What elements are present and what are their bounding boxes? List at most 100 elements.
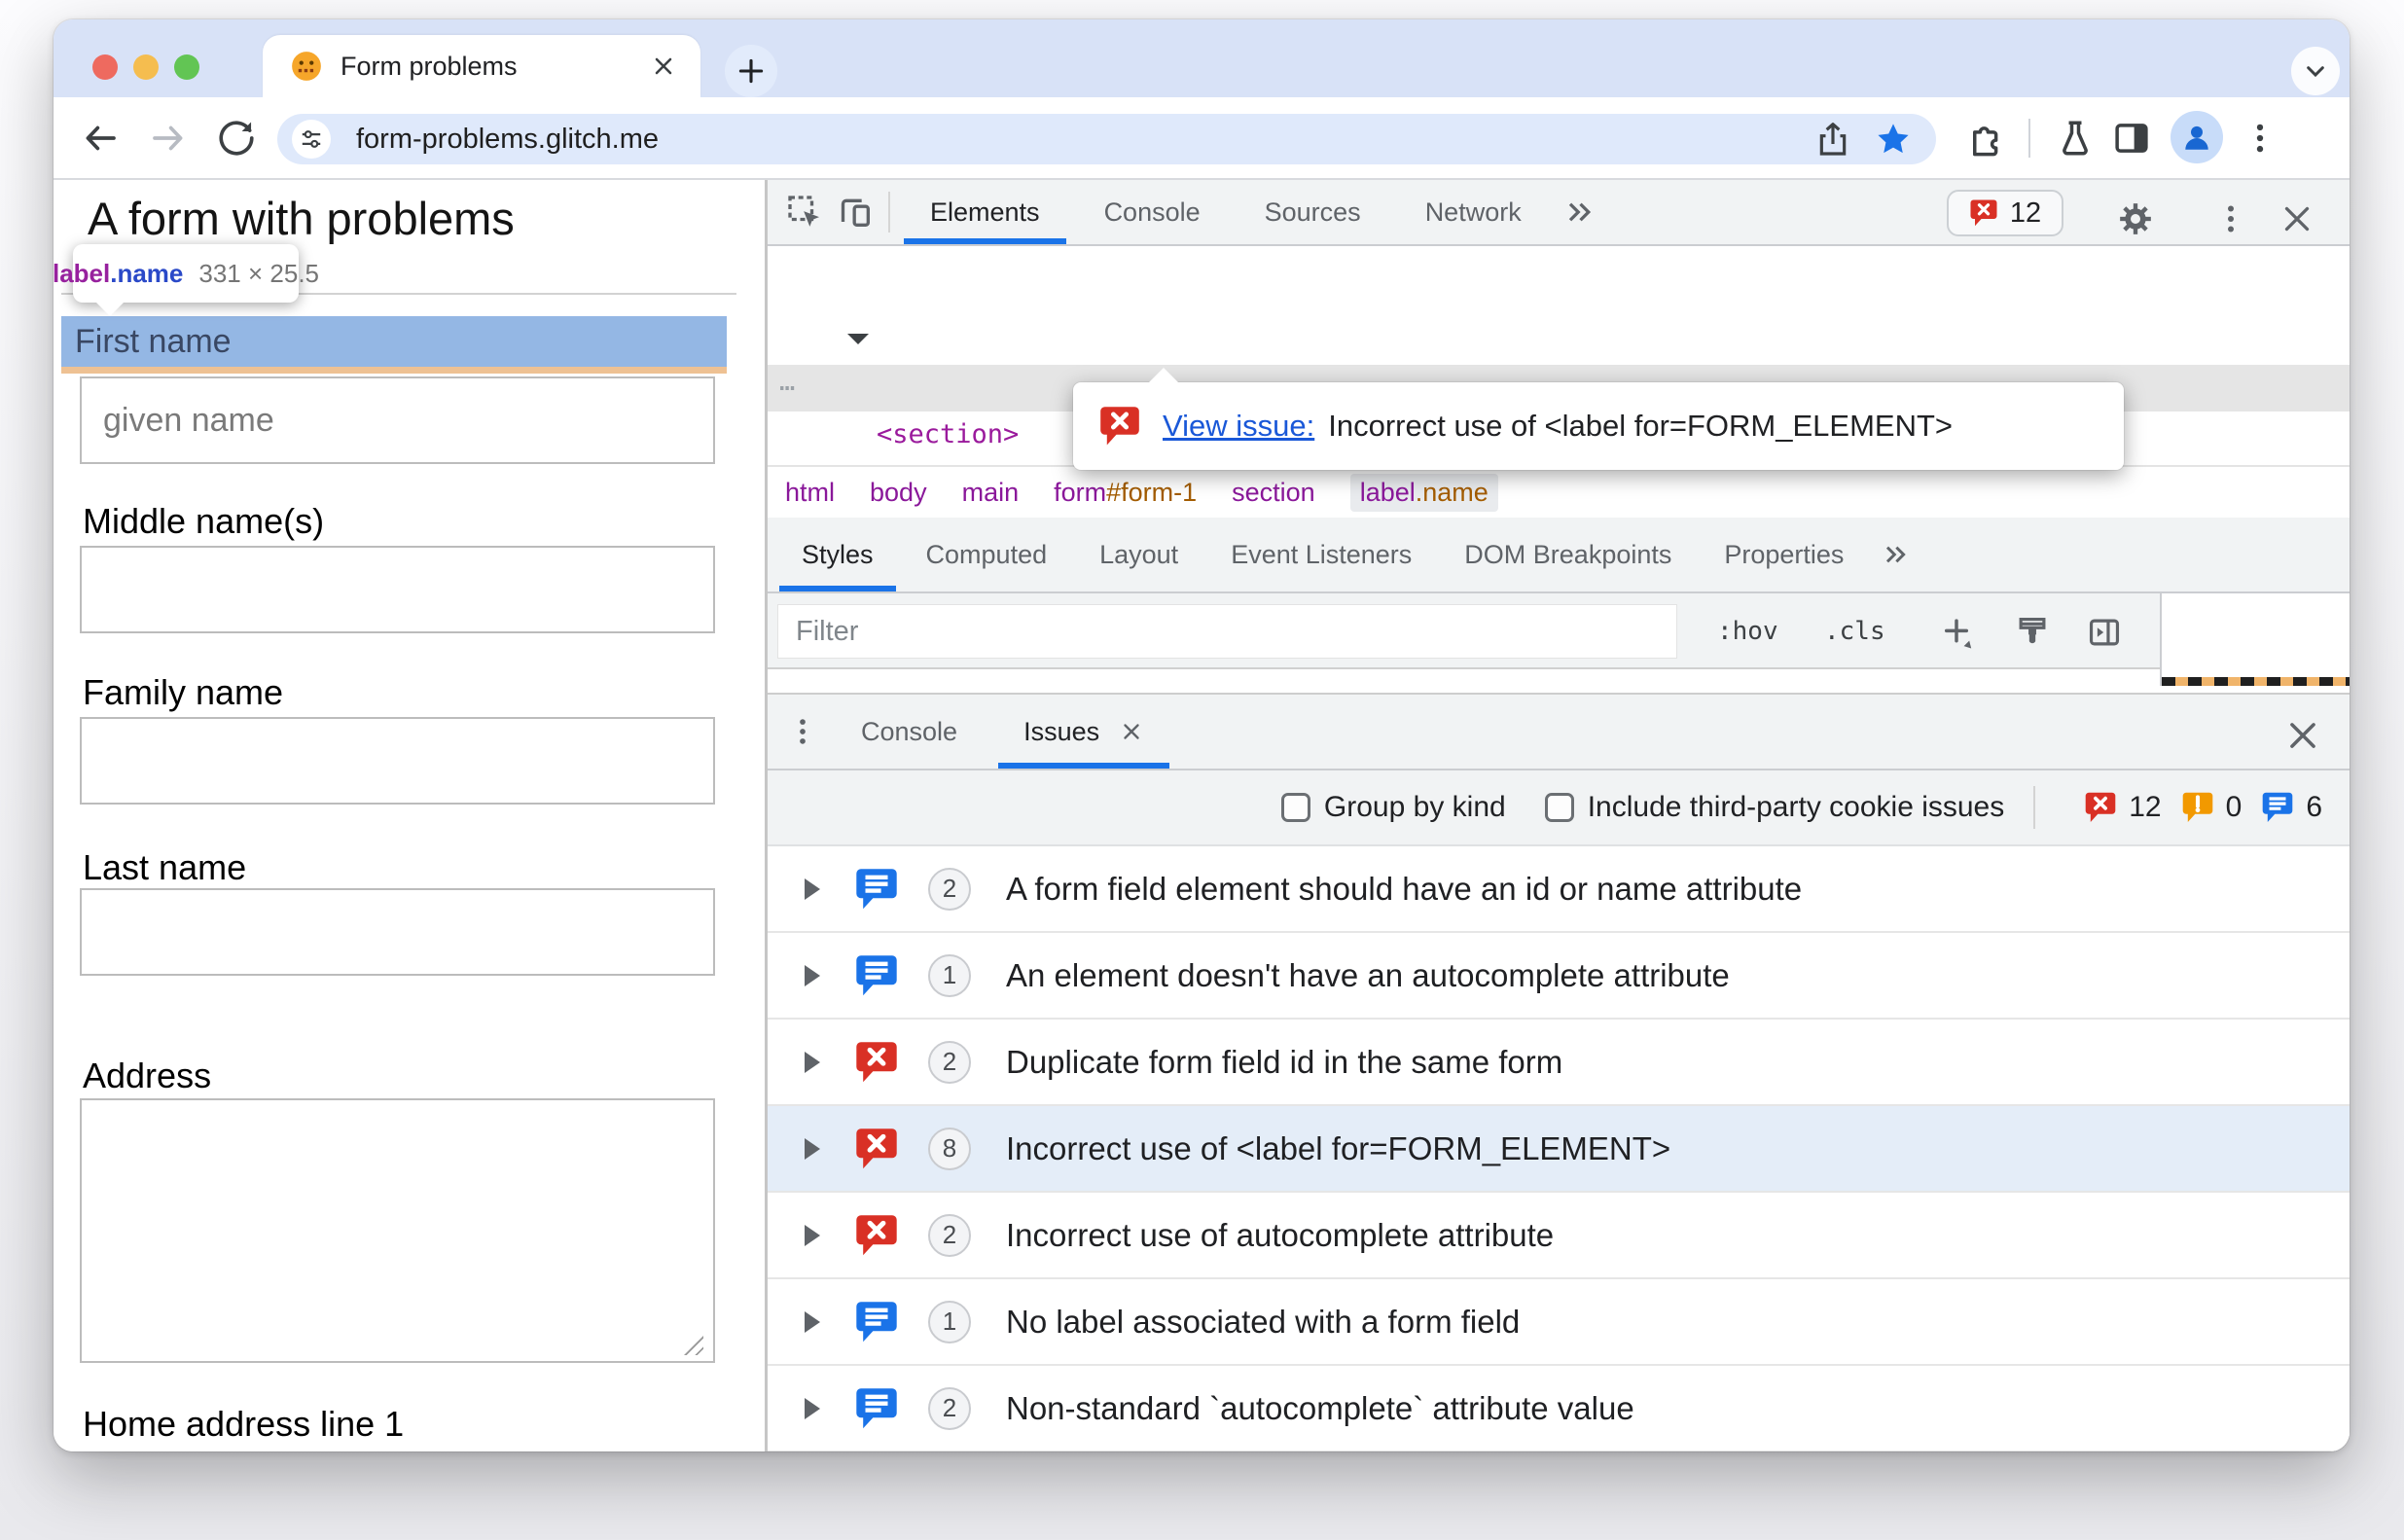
- crumb-body[interactable]: body: [870, 478, 927, 508]
- issue-row[interactable]: 2 A form field element should have an id…: [768, 846, 2350, 933]
- device-toolbar-icon[interactable]: [830, 187, 880, 237]
- tab-properties[interactable]: Properties: [1698, 518, 1870, 591]
- tooltip-class: .name: [110, 258, 184, 288]
- overflow-dots-icon[interactable]: …: [779, 359, 797, 406]
- profile-avatar[interactable]: [2171, 111, 2223, 163]
- toggle-class-button[interactable]: .cls: [1824, 593, 1885, 669]
- bookmark-star-icon[interactable]: [1874, 120, 1913, 159]
- third-party-label[interactable]: Include third-party cookie issues: [1588, 791, 2005, 824]
- crumb-section[interactable]: section: [1232, 478, 1315, 508]
- extensions-icon[interactable]: [1965, 117, 2008, 160]
- tab-elements[interactable]: Elements: [898, 180, 1072, 244]
- styles-pane-stub: [2160, 593, 2350, 686]
- new-tab-button[interactable]: [725, 45, 777, 97]
- traffic-zoom-button[interactable]: [174, 54, 199, 80]
- issue-count-badge: 2: [928, 867, 971, 911]
- error-bubble-icon: [854, 1127, 899, 1171]
- given-name-input[interactable]: [80, 376, 715, 464]
- info-bubble-icon: [2261, 791, 2294, 824]
- back-button[interactable]: [79, 117, 122, 160]
- reload-button[interactable]: [215, 117, 258, 160]
- experiments-flask-icon[interactable]: [2054, 117, 2097, 160]
- address-bar[interactable]: form-problems.glitch.me: [277, 114, 1936, 164]
- site-settings-icon[interactable]: [292, 120, 331, 159]
- middle-name-input[interactable]: [80, 546, 715, 633]
- disclosure-triangle-icon[interactable]: [805, 877, 831, 900]
- crumb-main[interactable]: main: [962, 478, 1020, 508]
- tab-console[interactable]: Console: [1072, 180, 1233, 244]
- toggle-hover-button[interactable]: :hov: [1717, 593, 1778, 669]
- disclosure-triangle-icon[interactable]: [805, 1310, 831, 1333]
- devtools-menu-icon[interactable]: [2206, 194, 2256, 244]
- side-panel-icon[interactable]: [2110, 117, 2153, 160]
- tab-close-icon[interactable]: [650, 53, 677, 80]
- tab-computed[interactable]: Computed: [900, 518, 1074, 591]
- disclosure-triangle-icon[interactable]: [805, 964, 831, 986]
- drawer-close-icon[interactable]: [2278, 710, 2328, 761]
- share-icon[interactable]: [1813, 120, 1852, 159]
- issue-row[interactable]: 2 Incorrect use of autocomplete attribut…: [768, 1193, 2350, 1279]
- issues-counter-button[interactable]: 12: [1947, 190, 2063, 236]
- tab-sources[interactable]: Sources: [1233, 180, 1393, 244]
- browser-toolbar: form-problems.glitch.me: [54, 97, 2350, 180]
- drawer: Console Issues Group by kind Include thi…: [768, 693, 2350, 1451]
- info-bubble-icon: [854, 1386, 899, 1431]
- tab-dom-breakpoints[interactable]: DOM Breakpoints: [1438, 518, 1698, 591]
- drawer-tab-issues[interactable]: Issues: [990, 695, 1177, 769]
- styles-filter-input[interactable]: [777, 604, 1677, 659]
- issue-row[interactable]: 2 Duplicate form field id in the same fo…: [768, 1020, 2350, 1106]
- computed-panel-toggle-icon[interactable]: [2079, 607, 2130, 658]
- crumb-html[interactable]: html: [785, 478, 835, 508]
- issue-row-selected[interactable]: 8 Incorrect use of <label for=FORM_ELEME…: [768, 1106, 2350, 1193]
- tab-styles[interactable]: Styles: [775, 518, 900, 591]
- last-name-input[interactable]: [80, 888, 715, 976]
- info-bubble-icon: [854, 953, 899, 998]
- section-expander-icon[interactable]: [847, 334, 869, 355]
- new-style-rule-icon[interactable]: [1931, 607, 1982, 658]
- issue-row[interactable]: 1 No label associated with a form field: [768, 1279, 2350, 1366]
- tooltip-tag: label: [54, 258, 111, 288]
- inspect-element-icon[interactable]: [779, 187, 830, 237]
- toolbar-divider: [2028, 119, 2030, 158]
- tab-event-listeners[interactable]: Event Listeners: [1204, 518, 1438, 591]
- inspect-overlay-tooltip: label .name 331 × 25.5: [54, 244, 319, 316]
- tab-layout[interactable]: Layout: [1073, 518, 1204, 591]
- disclosure-triangle-icon[interactable]: [805, 1397, 831, 1419]
- browser-menu-icon[interactable]: [2239, 117, 2281, 160]
- issue-count-badge: 1: [928, 1300, 971, 1343]
- browser-tab[interactable]: Form problems: [263, 35, 700, 97]
- devtools-panel: Elements Console Sources Network 12 <sec…: [765, 180, 2350, 1451]
- issue-row[interactable]: 1 An element doesn't have an autocomplet…: [768, 933, 2350, 1020]
- forward-button[interactable]: [147, 117, 190, 160]
- warning-count: 0: [2181, 791, 2242, 824]
- disclosure-triangle-icon[interactable]: [805, 1051, 831, 1073]
- traffic-close-button[interactable]: [92, 54, 118, 80]
- traffic-minimize-button[interactable]: [133, 54, 159, 80]
- disclosure-triangle-icon[interactable]: [805, 1224, 831, 1246]
- drawer-menu-icon[interactable]: [777, 706, 828, 757]
- more-sidebar-tabs-icon[interactable]: [1870, 529, 1920, 580]
- issue-row[interactable]: 2 Non-standard `autocomplete` attribute …: [768, 1366, 2350, 1451]
- family-name-label: Family name: [83, 672, 284, 712]
- more-tabs-icon[interactable]: [1554, 187, 1604, 237]
- tooltip-dimensions: 331 × 25.5: [198, 258, 320, 288]
- family-name-input[interactable]: [80, 717, 715, 805]
- settings-gear-icon[interactable]: [2110, 194, 2161, 244]
- rendering-brush-icon[interactable]: [2007, 607, 2058, 658]
- view-issue-link[interactable]: View issue:: [1163, 409, 1314, 444]
- crumb-label-name[interactable]: label.name: [1349, 473, 1498, 512]
- tab-search-chevron-icon[interactable]: [2291, 47, 2340, 95]
- devtools-close-icon[interactable]: [2272, 194, 2322, 244]
- disclosure-triangle-icon[interactable]: [805, 1137, 831, 1160]
- crumb-form[interactable]: form#form-1: [1054, 478, 1197, 508]
- drawer-tab-console[interactable]: Console: [828, 695, 990, 769]
- tree-row-section[interactable]: <section>: [768, 318, 2350, 449]
- tab-network[interactable]: Network: [1393, 180, 1554, 244]
- first-name-label: First name: [75, 322, 232, 360]
- issues-tab-close-icon[interactable]: [1119, 719, 1144, 744]
- url-text: form-problems.glitch.me: [356, 123, 660, 155]
- address-textarea[interactable]: [80, 1098, 715, 1363]
- third-party-checkbox[interactable]: [1544, 793, 1574, 822]
- group-by-kind-checkbox[interactable]: [1280, 793, 1310, 822]
- group-by-kind-label[interactable]: Group by kind: [1324, 791, 1506, 824]
